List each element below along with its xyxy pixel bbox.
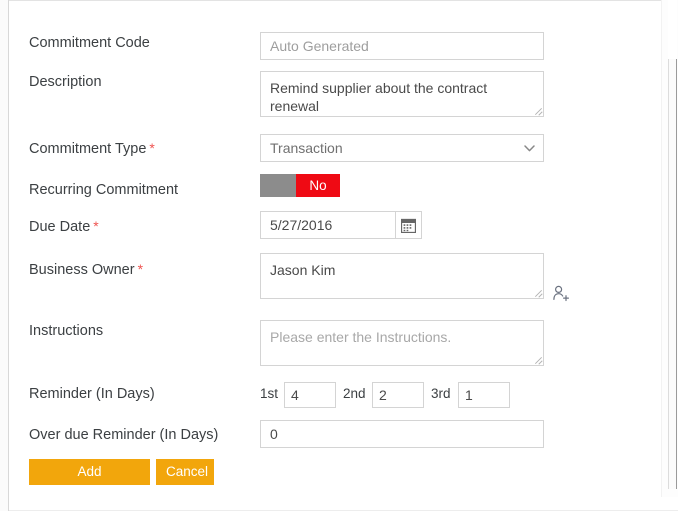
- reminder-3rd-label: 3rd: [431, 386, 451, 401]
- commitment-code-control: [260, 32, 544, 60]
- due-date-required-asterisk: *: [93, 218, 98, 234]
- add-commitment-button[interactable]: Add Commitment: [29, 459, 150, 485]
- add-commitment-form: Commitment Code Description Commitment T…: [0, 0, 678, 511]
- commitment-code-input[interactable]: [260, 32, 544, 60]
- reminder-1st-input[interactable]: [284, 382, 336, 408]
- reminder-3rd-input[interactable]: [458, 382, 510, 408]
- commitment-type-select[interactable]: Transaction: [260, 134, 544, 162]
- due-date-input[interactable]: [260, 211, 396, 239]
- description-textarea[interactable]: [260, 71, 544, 117]
- commitment-type-control: Transaction: [260, 134, 544, 162]
- reminder-2nd-input[interactable]: [372, 382, 424, 408]
- recurring-commitment-label-text: Recurring Commitment: [29, 182, 178, 198]
- form-actions: Add Commitment Cancel: [29, 459, 329, 485]
- description-label-text: Description: [29, 74, 102, 90]
- description-label: Description: [29, 73, 102, 91]
- business-owner-required-asterisk: *: [138, 261, 143, 277]
- instructions-label-text: Instructions: [29, 323, 103, 339]
- recurring-commitment-toggle[interactable]: No: [260, 174, 340, 197]
- over-due-reminder-label-text: Over due Reminder (In Days): [29, 427, 218, 443]
- commitment-form-page: Commitment Code Description Commitment T…: [0, 0, 678, 511]
- commitment-type-label-text: Commitment Type: [29, 141, 146, 157]
- reminder-1st-label: 1st: [260, 386, 278, 401]
- vertical-scrollbar[interactable]: [661, 0, 678, 497]
- instructions-control: [260, 320, 544, 371]
- over-due-reminder-control: [260, 420, 544, 448]
- business-owner-control: [260, 253, 544, 304]
- commitment-type-selected-value: Transaction: [270, 140, 343, 156]
- description-control: [260, 71, 544, 122]
- commitment-code-label: Commitment Code: [29, 34, 150, 52]
- calendar-icon[interactable]: [396, 211, 422, 239]
- due-date-label: Due Date*: [29, 217, 99, 236]
- due-date-control: [260, 211, 422, 239]
- over-due-reminder-label: Over due Reminder (In Days): [29, 426, 218, 444]
- recurring-commitment-label: Recurring Commitment: [29, 181, 178, 199]
- business-owner-label-text: Business Owner: [29, 262, 135, 278]
- add-person-icon[interactable]: [552, 285, 570, 303]
- scrollbar-thumb[interactable]: [668, 59, 677, 489]
- business-owner-textarea[interactable]: [260, 253, 544, 299]
- recurring-commitment-control: No: [260, 174, 340, 197]
- commitment-type-required-asterisk: *: [149, 140, 154, 156]
- toggle-state-label[interactable]: No: [296, 174, 340, 197]
- commitment-code-label-text: Commitment Code: [29, 35, 150, 51]
- chevron-down-icon: [524, 145, 533, 151]
- cancel-button[interactable]: Cancel: [156, 459, 214, 485]
- instructions-textarea[interactable]: [260, 320, 544, 366]
- reminder-2nd-label: 2nd: [343, 386, 366, 401]
- business-owner-label: Business Owner*: [29, 260, 143, 279]
- reminder-in-days-label: Reminder (In Days): [29, 385, 155, 403]
- toggle-handle[interactable]: [260, 174, 296, 197]
- scrollbar-top-cap: [668, 0, 677, 59]
- instructions-label: Instructions: [29, 322, 103, 340]
- due-date-label-text: Due Date: [29, 219, 90, 235]
- commitment-type-label: Commitment Type*: [29, 139, 155, 158]
- due-date-wrapper: [260, 211, 422, 239]
- reminder-in-days-label-text: Reminder (In Days): [29, 386, 155, 402]
- over-due-reminder-input[interactable]: [260, 420, 544, 448]
